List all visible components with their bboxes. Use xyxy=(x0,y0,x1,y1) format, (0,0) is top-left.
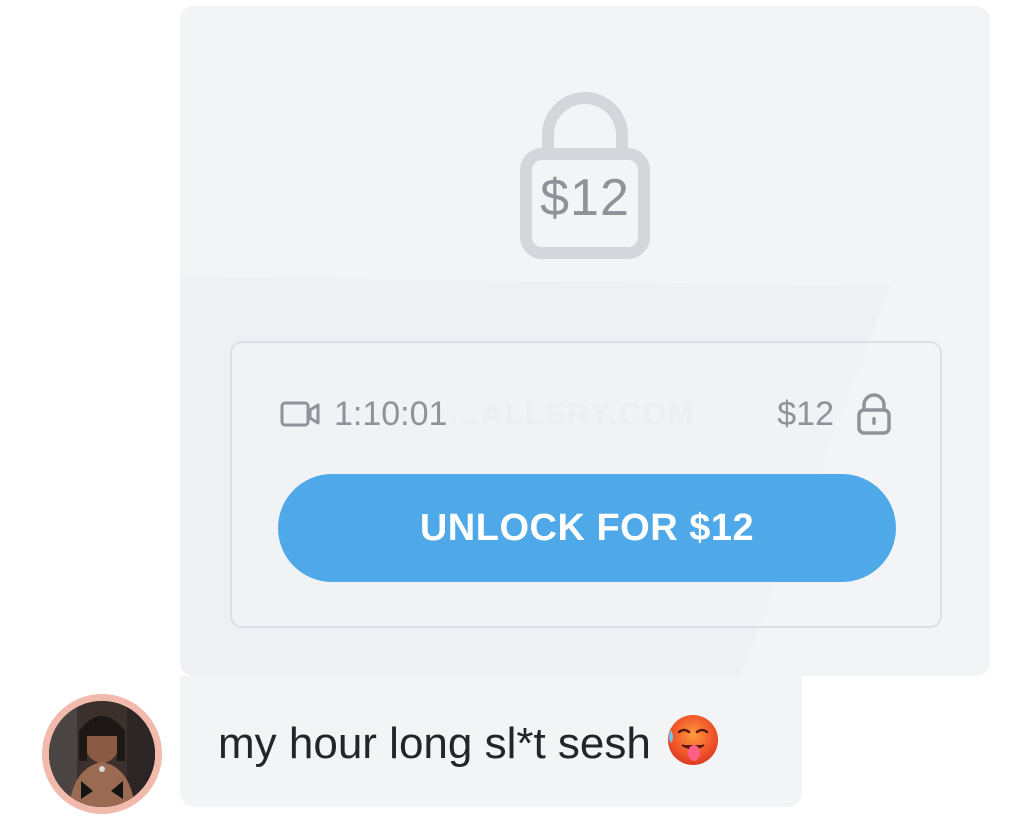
locked-media-card: $12 1:10:01 ...ALLERY.COM $12 UNLOCK FOR… xyxy=(180,6,990,676)
avatar[interactable] xyxy=(49,701,155,807)
media-price: $12 xyxy=(777,395,834,433)
media-info-row: 1:10:01 ...ALLERY.COM $12 xyxy=(280,393,892,435)
avatar-photo xyxy=(49,701,155,807)
chat-view: $12 1:10:01 ...ALLERY.COM $12 UNLOCK FOR… xyxy=(0,0,1029,825)
unlock-button[interactable]: UNLOCK FOR $12 xyxy=(278,474,896,582)
video-camera-icon xyxy=(280,401,320,427)
padlock-icon xyxy=(857,393,891,435)
message-bubble: my hour long sl*t sesh xyxy=(180,676,802,807)
locked-price-icon: $12 xyxy=(520,86,650,261)
watermark-text: ...ALLERY.COM xyxy=(450,398,695,431)
hot-face-emoji-icon xyxy=(667,715,718,765)
unlock-panel: 1:10:01 ...ALLERY.COM $12 UNLOCK FOR $12 xyxy=(230,341,942,628)
video-duration: 1:10:01 xyxy=(334,395,448,433)
avatar-ring[interactable] xyxy=(42,694,162,814)
locked-price-label: $12 xyxy=(540,169,630,227)
message-text: my hour long sl*t sesh xyxy=(218,719,651,768)
message-content: my hour long sl*t sesh xyxy=(218,712,719,774)
